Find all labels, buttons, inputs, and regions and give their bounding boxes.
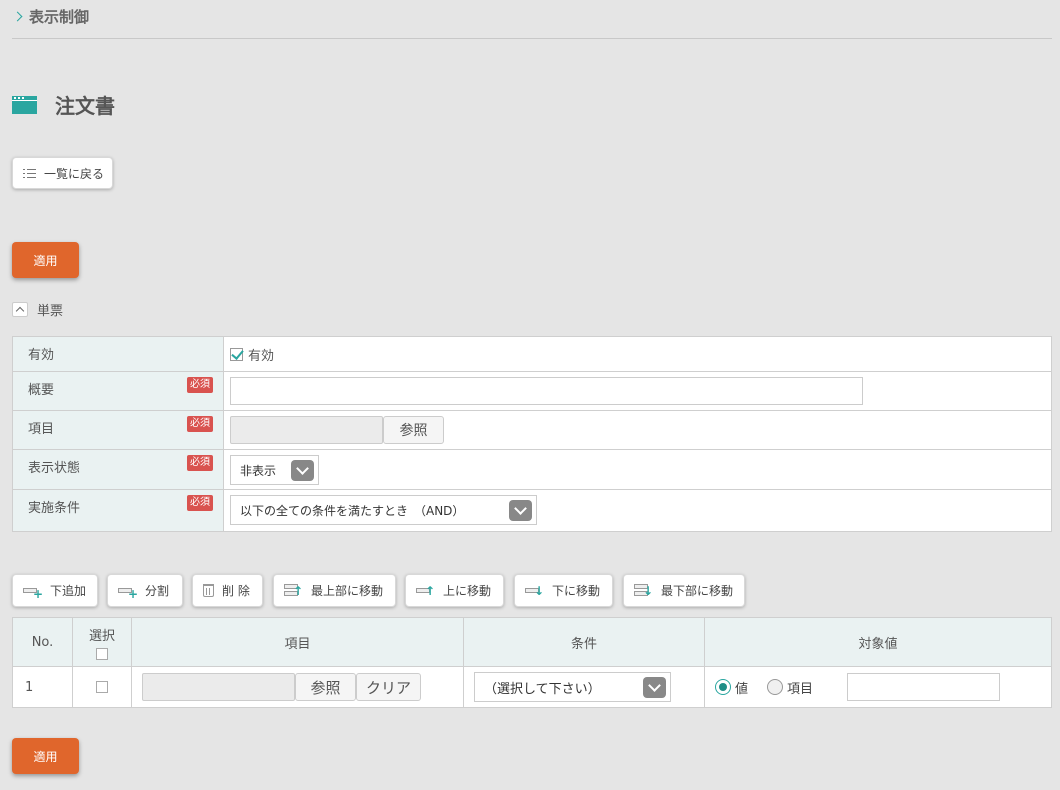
- back-to-list-button[interactable]: 一覧に戻る: [12, 157, 113, 189]
- summary-input[interactable]: [230, 377, 863, 405]
- move-bottom-button[interactable]: ↓ 最下部に移動: [623, 574, 745, 607]
- field-label-item: 項目: [28, 422, 55, 437]
- delete-label: 削 除: [222, 584, 250, 598]
- move-down-icon: ↓: [525, 584, 544, 598]
- divider: [12, 38, 1052, 39]
- header-select: 選択: [73, 618, 132, 666]
- row-item-clear-button[interactable]: クリア: [356, 673, 421, 701]
- condition-value: 以下の全ての条件を満たすとき （AND）: [240, 503, 465, 518]
- condition-select[interactable]: 以下の全ての条件を満たすとき （AND）: [230, 495, 537, 525]
- row-no: 1: [13, 667, 73, 707]
- form-row-condition: 実施条件 必須 以下の全ての条件を満たすとき （AND）: [13, 490, 1051, 531]
- list-icon: [23, 168, 36, 178]
- header-item: 項目: [132, 618, 464, 666]
- enabled-checkbox-label: 有効: [248, 349, 275, 364]
- header-no: No.: [13, 618, 73, 666]
- move-down-button[interactable]: ↓ 下に移動: [514, 574, 613, 607]
- select-all-checkbox[interactable]: [96, 647, 108, 660]
- move-bottom-label: 最下部に移動: [661, 584, 734, 598]
- radio-item-option[interactable]: 項目: [767, 678, 813, 697]
- radio-item[interactable]: [767, 679, 784, 695]
- form-row-display-state: 表示状態 必須 非表示: [13, 450, 1051, 490]
- row-item-cell: 参照 クリア: [132, 667, 464, 707]
- row-item-ref-field[interactable]: [142, 673, 295, 701]
- form-row-summary: 概要 必須: [13, 372, 1051, 411]
- field-label-condition: 実施条件: [28, 501, 81, 516]
- row-item-ref-button[interactable]: 参照: [295, 673, 356, 701]
- radio-item-label: 項目: [787, 681, 814, 697]
- move-top-label: 最上部に移動: [311, 584, 384, 598]
- item-ref-field[interactable]: [230, 416, 383, 444]
- move-up-label: 上に移動: [443, 584, 492, 598]
- move-up-button[interactable]: ↑ 上に移動: [405, 574, 504, 607]
- enabled-checkbox[interactable]: [230, 348, 243, 361]
- row-condition-select[interactable]: （選択して下さい）: [474, 672, 671, 702]
- chevron-up-icon[interactable]: [12, 302, 28, 317]
- table-row: 1 参照 クリア （選択して下さい） 値 項目: [13, 667, 1051, 707]
- section-header: 単票: [12, 300, 63, 319]
- move-up-icon: ↑: [416, 584, 435, 598]
- required-badge: 必須: [187, 455, 213, 471]
- form-row-item: 項目 必須 参照: [13, 411, 1051, 450]
- target-value-input[interactable]: [847, 673, 1001, 701]
- row-select-checkbox[interactable]: [96, 681, 108, 693]
- radio-value-label: 値: [735, 681, 749, 697]
- trash-icon: [203, 584, 214, 597]
- page-title: 注文書: [55, 94, 115, 118]
- apply-button-bottom[interactable]: 適用: [12, 738, 79, 774]
- field-label-enabled: 有効: [13, 337, 224, 371]
- header-target: 対象値: [858, 636, 898, 652]
- required-badge: 必須: [187, 416, 213, 432]
- split-button[interactable]: + 分割: [107, 574, 183, 607]
- row-condition-value: （選択して下さい）: [484, 681, 601, 697]
- move-top-icon: ↑: [284, 583, 303, 598]
- row-target-cell: 値 項目: [705, 667, 1051, 707]
- add-below-button[interactable]: + 下追加: [12, 574, 98, 607]
- item-ref-button[interactable]: 参照: [383, 416, 444, 444]
- display-state-value: 非表示: [240, 463, 277, 478]
- move-down-label: 下に移動: [552, 584, 601, 598]
- header-select-label: 選択: [88, 628, 115, 644]
- section-title: 単票: [37, 304, 64, 319]
- enabled-checkbox-wrap[interactable]: 有効: [230, 342, 274, 364]
- form-row-enabled: 有効 有効: [13, 337, 1051, 372]
- header-condition: 条件: [464, 618, 705, 666]
- form-table: 有効 有効 概要 必須 項目 必須 参照 表示状態 必須 非表示 実施条件 必須…: [12, 336, 1052, 532]
- move-top-button[interactable]: ↑ 最上部に移動: [273, 574, 396, 607]
- chevron-right-icon: [12, 11, 23, 22]
- display-state-select[interactable]: 非表示: [230, 455, 319, 485]
- apply-button-top[interactable]: 適用: [12, 242, 79, 278]
- row-condition-cell: （選択して下さい）: [464, 667, 705, 707]
- field-label-display-state: 表示状態: [28, 461, 81, 476]
- row-select-cell: [73, 667, 132, 707]
- move-bottom-icon: ↓: [634, 583, 653, 598]
- chevron-down-icon: [291, 459, 314, 481]
- radio-value-option[interactable]: 値: [715, 678, 748, 697]
- add-below-label: 下追加: [50, 584, 87, 598]
- required-badge: 必須: [187, 495, 213, 511]
- breadcrumb-label[interactable]: 表示制御: [29, 6, 89, 27]
- window-icon: [12, 95, 37, 114]
- split-icon: +: [118, 584, 138, 600]
- table-header-row: No. 選択 項目 条件 対象値: [13, 618, 1051, 667]
- page-header: 注文書: [12, 90, 115, 119]
- add-row-icon: +: [23, 584, 43, 600]
- chevron-down-icon: [509, 499, 532, 521]
- chevron-down-icon: [643, 676, 666, 698]
- field-label-summary: 概要: [28, 383, 55, 398]
- split-label: 分割: [145, 584, 170, 598]
- breadcrumb: 表示制御: [12, 6, 89, 27]
- radio-value[interactable]: [715, 679, 731, 695]
- back-button-label: 一覧に戻る: [44, 166, 105, 181]
- condition-table: No. 選択 項目 条件 対象値 1 参照 クリア （選択して下さい） 値 項目: [12, 617, 1052, 708]
- delete-button[interactable]: 削 除: [192, 574, 263, 607]
- required-badge: 必須: [187, 377, 213, 393]
